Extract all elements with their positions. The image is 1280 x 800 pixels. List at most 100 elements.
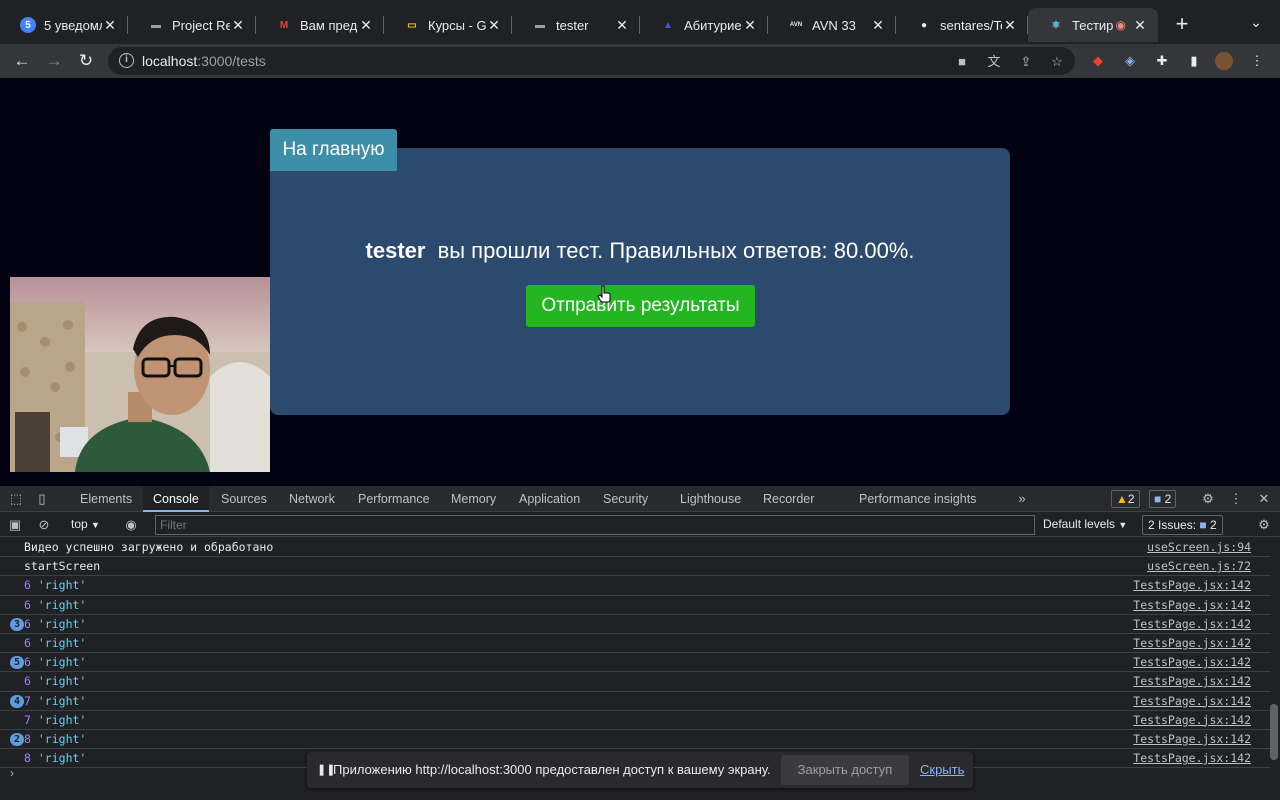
tab-title: 5 уведомл [44,17,102,33]
console-string: 'right' [37,751,87,766]
browser-tab[interactable]: ▬ Project Rea✕ [128,8,256,42]
console-prompt[interactable]: › [10,766,14,780]
console-number: 7 [24,712,31,727]
source-link[interactable]: TestsPage.jsx:142 [1133,653,1251,671]
source-link[interactable]: TestsPage.jsx:142 [1133,711,1251,729]
close-tab-icon[interactable]: ✕ [742,17,758,34]
console-scrollbar[interactable] [1270,704,1278,760]
devtools-tab-console[interactable]: Console [143,486,209,512]
devtools-tab-network[interactable]: Network [279,486,345,512]
devtools-tab-elements[interactable]: Elements [70,486,142,512]
inspect-element-icon[interactable]: ⬚ [7,490,25,508]
devtools-tab-lighthouse[interactable]: Lighthouse [670,486,751,512]
source-link[interactable]: TestsPage.jsx:142 [1133,672,1251,690]
warnings-badge[interactable]: ▲2 [1111,490,1140,508]
messages-badge[interactable]: ■ 2 [1149,490,1177,508]
source-link[interactable]: useScreen.js:94 [1147,538,1251,556]
close-tab-icon[interactable]: ✕ [486,17,502,34]
close-devtools-icon[interactable]: ✕ [1255,490,1273,508]
profile-avatar[interactable] [1215,52,1233,70]
extension-red-icon[interactable]: ◆ [1089,52,1107,70]
console-messages: Видео успешно загружено и обработано useS… [0,538,1270,769]
new-tab-button[interactable]: + [1170,12,1194,36]
side-panel-icon[interactable]: ▮ [1185,52,1203,70]
source-link[interactable]: TestsPage.jsx:142 [1133,692,1251,710]
url-path: :3000/tests [197,53,266,69]
menu-kebab-icon[interactable]: ⋮ [1248,52,1266,70]
console-row: 28 'right' TestsPage.jsx:142 [0,730,1270,750]
browser-tab[interactable]: ⚛ Тестир ◉ ✕ [1028,8,1158,42]
console-message-text: startScreen [24,559,101,574]
device-toolbar-icon[interactable]: ▯ [33,490,51,508]
more-tabs-icon[interactable]: » [1013,490,1031,508]
page-viewport: На главную tester вы прошли тест. Правил… [0,78,1280,486]
camera-icon[interactable]: ■ [953,53,971,71]
console-number: 6 [24,674,31,689]
console-message: 7 'right' [24,692,86,710]
browser-tab[interactable]: M Вам предо✕ [256,8,384,42]
source-link[interactable]: TestsPage.jsx:142 [1133,615,1251,633]
browser-tab[interactable]: ● sentares/Te ✕ [896,8,1028,42]
address-bar[interactable]: i localhost:3000/tests ■ 文 ⇪ ☆ [108,47,1075,75]
browser-tab[interactable]: ▲ Абитуриен✕ [640,8,768,42]
back-icon[interactable]: ← [11,50,33,72]
context-selector[interactable]: top ▼ [71,517,100,531]
source-link[interactable]: TestsPage.jsx:142 [1133,634,1251,652]
sidebar-toggle-icon[interactable]: ▣ [6,516,24,534]
console-row: 36 'right' TestsPage.jsx:142 [0,615,1270,634]
close-tab-icon[interactable]: ✕ [102,17,118,34]
hand-cursor-icon [597,285,611,303]
console-number: 6 [24,597,31,612]
live-expression-eye-icon[interactable]: ◉ [122,516,140,534]
stop-sharing-button[interactable]: Закрыть доступ [781,755,909,785]
source-link[interactable]: TestsPage.jsx:142 [1133,730,1251,748]
browser-tab[interactable]: ▬ tester ✕ [512,8,640,42]
close-tab-icon[interactable]: ✕ [614,17,630,34]
extensions-puzzle-icon[interactable]: ✚ [1153,52,1171,70]
home-button[interactable]: На главную [270,129,397,171]
clear-console-icon[interactable]: ⊘ [35,516,53,534]
devtools-menu-icon[interactable]: ⋮ [1227,490,1245,508]
devtools-tab-security[interactable]: Security [593,486,658,512]
browser-toolbar: ← → ↻ i localhost:3000/tests ■ 文 ⇪ ☆ ◆ ◈… [0,44,1280,78]
source-link[interactable]: TestsPage.jsx:142 [1133,576,1251,594]
console-number: 6 [24,635,31,650]
share-icon[interactable]: ⇪ [1017,53,1035,71]
console-string: 'right' [37,616,87,631]
devtools-tab-recorder[interactable]: Recorder [753,486,824,512]
close-tab-icon[interactable]: ✕ [870,17,886,34]
devtools-tab-application[interactable]: Application [509,486,590,512]
console-row: startScreen useScreen.js:72 [0,557,1270,577]
console-message-text: Видео успешно загружено и обработано [24,540,274,554]
site-info-icon[interactable]: i [119,53,134,68]
extension-blue-icon[interactable]: ◈ [1121,52,1139,70]
translate-icon[interactable]: 文 [985,53,1003,71]
devtools-tab-performance[interactable]: Performance [348,486,440,512]
console-message: 8 'right' [24,749,86,767]
close-tab-icon[interactable]: ✕ [230,17,246,34]
send-results-button[interactable]: Отправить результаты [526,285,755,327]
close-tab-icon[interactable]: ✕ [1132,17,1148,34]
issues-button[interactable]: 2 Issues: ■ 2 [1142,515,1223,535]
source-link[interactable]: useScreen.js:72 [1147,557,1251,575]
devtools-tab-sources[interactable]: Sources [211,486,277,512]
source-link[interactable]: TestsPage.jsx:142 [1133,749,1251,767]
hide-share-bar-link[interactable]: Скрыть [920,762,964,777]
devtools-tab-performance-insights[interactable]: Performance insights [849,486,986,512]
close-tab-icon[interactable]: ✕ [1002,17,1018,34]
console-filter-input[interactable] [155,515,1035,535]
close-tab-icon[interactable]: ✕ [358,17,374,34]
browser-tab[interactable]: 5 5 уведомл ✕ [0,8,128,42]
reload-icon[interactable]: ↻ [75,50,97,72]
bookmark-star-icon[interactable]: ☆ [1048,53,1066,71]
source-link[interactable]: TestsPage.jsx:142 [1133,596,1251,614]
browser-tab[interactable]: ▭ Курсы - Go✕ [384,8,512,42]
devtools-tab-memory[interactable]: Memory [441,486,506,512]
message-icon: ■ [1154,492,1165,506]
browser-tab[interactable]: AVN AVN 33 ✕ [768,8,896,42]
console-settings-gear-icon[interactable]: ⚙ [1255,516,1273,534]
log-levels-dropdown[interactable]: Default levels ▼ [1043,517,1127,531]
settings-gear-icon[interactable]: ⚙ [1199,490,1217,508]
forward-icon[interactable]: → [43,50,65,72]
tab-search-icon[interactable]: ⌄ [1246,14,1266,34]
